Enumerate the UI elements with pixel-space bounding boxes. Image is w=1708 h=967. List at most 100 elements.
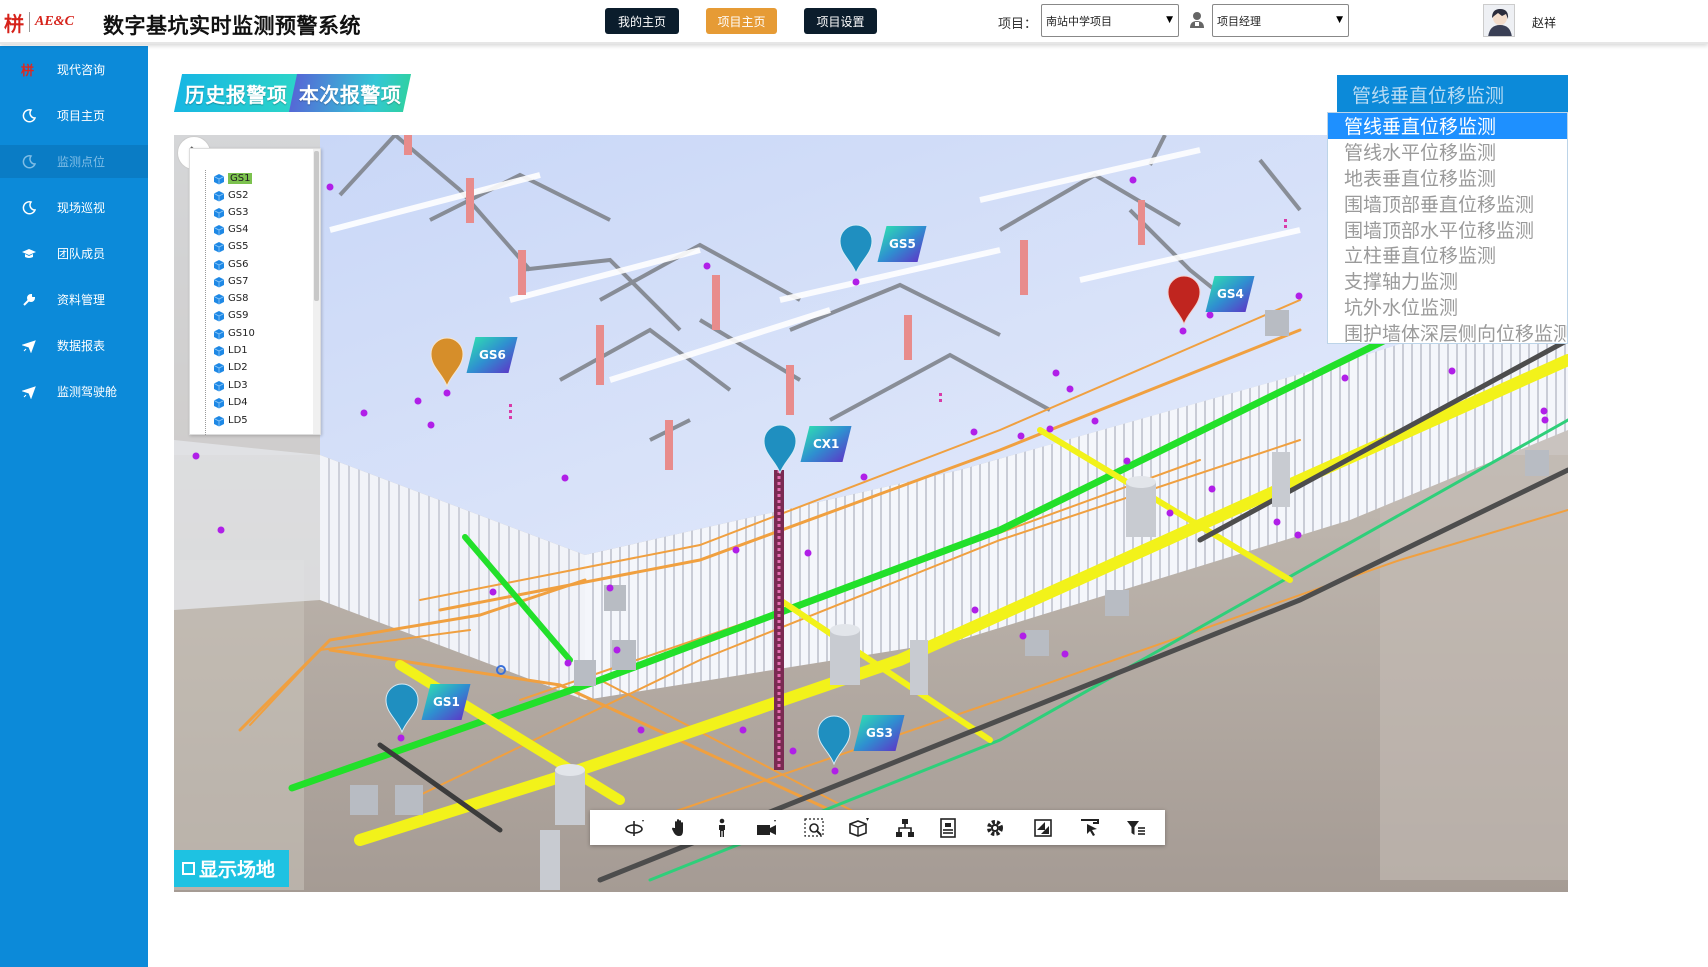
monitor-type-option[interactable]: 支撑轴力监测 [1328, 268, 1567, 294]
zoom-window-icon[interactable] [804, 818, 826, 838]
orbit-icon[interactable] [624, 818, 646, 838]
marker-label-gs3[interactable]: GS3 [853, 715, 905, 751]
sidebar-item-monitoring-points[interactable]: 监测点位 [0, 145, 148, 178]
tree-node-label: GS8 [228, 293, 249, 304]
map-pin-icon[interactable] [763, 424, 797, 475]
cube-icon [213, 259, 225, 270]
wrench-icon [20, 293, 38, 307]
map-pin-icon[interactable] [430, 337, 464, 388]
tab-history-alarms[interactable]: 历史报警项 [173, 74, 299, 112]
avatar[interactable] [1483, 4, 1515, 37]
camera-icon[interactable] [756, 818, 778, 838]
sidebar-item-project-home[interactable]: 项目主页 [0, 99, 148, 132]
model-tree-icon[interactable] [894, 818, 916, 838]
sidebar-item-label: 数据报表 [57, 339, 106, 353]
tree-node-label: GS9 [228, 310, 249, 321]
tree-node-label: LD2 [228, 362, 248, 373]
project-home-button[interactable]: 项目主页 [706, 8, 777, 34]
tree-node-gs9[interactable]: GS9 [213, 308, 248, 323]
monitor-type-select[interactable]: 管线垂直位移监测 [1337, 75, 1568, 113]
my-home-button[interactable]: 我的主页 [605, 8, 679, 34]
tree-node-gs8[interactable]: GS8 [213, 291, 248, 306]
checkbox-icon[interactable] [182, 862, 195, 875]
sidebar-item-company[interactable]: 栟 现代咨询 [0, 53, 148, 86]
select-cursor-icon[interactable] [1079, 818, 1101, 838]
filter-icon[interactable] [1125, 818, 1147, 838]
marker-label-gs6[interactable]: GS6 [466, 337, 518, 373]
monitor-type-option[interactable]: 坑外水位监测 [1328, 294, 1567, 320]
top-header: 栟 AE&C 数字基坑实时监测预警系统 我的主页 项目主页 项目设置 项目： 南… [0, 0, 1708, 44]
project-select[interactable]: 南站中学项目 ▼ [1041, 4, 1179, 37]
tree-node-ld5[interactable]: LD5 [213, 413, 248, 428]
tree-node-label: GS4 [228, 224, 249, 235]
project-select-value: 南站中学项目 [1046, 14, 1112, 28]
monitor-type-option[interactable]: 立柱垂直位移监测 [1328, 242, 1567, 268]
pan-hand-icon[interactable] [669, 818, 691, 838]
cube-icon [213, 397, 225, 408]
properties-icon[interactable] [937, 818, 959, 838]
app-title: 数字基坑实时监测预警系统 [103, 14, 361, 38]
tree-node-gs10[interactable]: GS10 [213, 326, 255, 341]
role-select[interactable]: 项目经理 ▼ [1212, 4, 1349, 37]
tree-node-gs6[interactable]: GS6 [213, 257, 248, 272]
monitor-type-option[interactable]: 地表垂直位移监测 [1328, 165, 1567, 191]
sidebar-item-site-patrol[interactable]: 现场巡视 [0, 191, 148, 224]
map-pin-icon[interactable] [817, 715, 851, 766]
tree-node-ld2[interactable]: LD2 [213, 360, 248, 375]
tree-scrollbar[interactable] [313, 149, 320, 434]
settings-gear-icon[interactable] [984, 818, 1006, 838]
moon-icon [20, 154, 38, 169]
monitor-type-option[interactable]: 管线水平位移监测 [1328, 139, 1567, 165]
marker-label-cx1[interactable]: CX1 [800, 426, 852, 462]
logo-divider [29, 12, 30, 32]
monitor-type-option[interactable]: 围护墙体深层侧向位移监测 [1328, 319, 1567, 343]
tree-node-ld3[interactable]: LD3 [213, 378, 248, 393]
cube-icon [213, 224, 225, 235]
monitor-type-option[interactable]: 围墙顶部水平位移监测 [1328, 216, 1567, 242]
company-logo-icon: 栟 [20, 63, 38, 77]
cube-icon [213, 345, 225, 356]
sidebar-item-monitoring-cockpit[interactable]: 监测驾驶舱 [0, 375, 148, 408]
tab-current-alarms[interactable]: 本次报警项 [288, 74, 412, 112]
section-box-icon[interactable] [848, 818, 870, 838]
company-logo: 栟 AE&C [4, 8, 74, 36]
user-name: 赵祥 [1532, 16, 1557, 30]
project-label: 项目： [998, 17, 1038, 32]
project-settings-button[interactable]: 项目设置 [804, 8, 877, 34]
map-pin-icon[interactable] [1167, 275, 1201, 326]
tree-node-gs7[interactable]: GS7 [213, 274, 248, 289]
monitor-type-option[interactable]: 围墙顶部垂直位移监测 [1328, 190, 1567, 216]
sidebar-item-label: 现场巡视 [57, 201, 106, 215]
tree-node-label: LD4 [228, 397, 248, 408]
map-pin-icon[interactable] [839, 224, 873, 275]
tree-node-ld4[interactable]: LD4 [213, 395, 248, 410]
tree-node-label: GS10 [228, 328, 255, 339]
tree-node-ld1[interactable]: LD1 [213, 343, 248, 358]
sidebar-item-team-members[interactable]: 团队成员 [0, 237, 148, 270]
fullscreen-icon[interactable] [1032, 818, 1054, 838]
tree-node-gs2[interactable]: GS2 [213, 188, 248, 203]
walk-person-icon[interactable] [711, 818, 733, 838]
cube-icon [213, 328, 225, 339]
tree-node-gs4[interactable]: GS4 [213, 222, 248, 237]
tree-node-gs3[interactable]: GS3 [213, 205, 248, 220]
sidebar-item-label: 现代咨询 [57, 63, 106, 77]
tree-node-label: GS1 [228, 173, 253, 184]
sidebar-item-data-reports[interactable]: 数据报表 [0, 329, 148, 362]
tree-node-gs5[interactable]: GS5 [213, 239, 248, 254]
sidebar-item-label: 监测点位 [57, 155, 106, 169]
cube-icon [213, 190, 225, 201]
graduation-cap-icon [20, 248, 38, 260]
monitor-type-select-value: 管线垂直位移监测 [1352, 84, 1505, 107]
monitoring-point-tree[interactable] [189, 148, 321, 435]
map-pin-icon[interactable] [385, 683, 419, 734]
sidebar-item-documents[interactable]: 资料管理 [0, 283, 148, 316]
cube-icon [213, 207, 225, 218]
marker-text: GS5 [888, 237, 916, 251]
cube-icon [213, 276, 225, 287]
marker-text: GS6 [478, 348, 506, 362]
monitor-type-option[interactable]: 管线垂直位移监测 [1328, 113, 1567, 139]
show-site-toggle[interactable]: 显示场地 [174, 850, 289, 887]
logo-mark: 栟 [4, 11, 24, 36]
tree-node-gs1[interactable]: GS1 [213, 171, 253, 186]
